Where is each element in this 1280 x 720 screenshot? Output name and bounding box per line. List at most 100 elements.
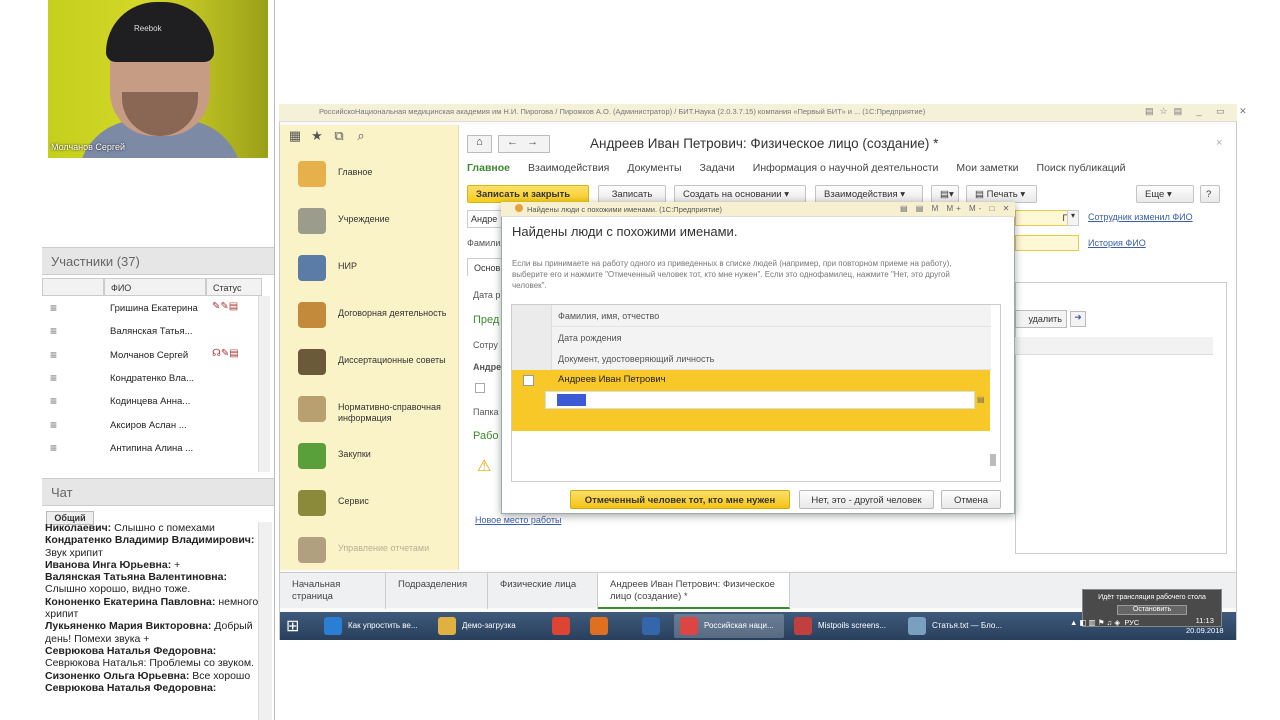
taskbar-item[interactable]: Как упростить ве... bbox=[318, 614, 428, 638]
form-tab[interactable]: Взаимодействия bbox=[528, 162, 609, 174]
menu-icon[interactable]: ≡ bbox=[50, 371, 57, 385]
form-tab[interactable]: Поиск публикаций bbox=[1037, 162, 1126, 174]
attach-button[interactable]: ▤▾ bbox=[931, 185, 959, 203]
taskbar-item[interactable]: Российская наци... bbox=[674, 614, 784, 638]
participant-row[interactable]: ≡ Валянская Татья... bbox=[42, 321, 260, 344]
sidebar-item[interactable]: Сервис bbox=[280, 484, 459, 530]
app-icon bbox=[680, 617, 698, 635]
delete-button[interactable]: удалить bbox=[1015, 310, 1067, 328]
app-icon bbox=[324, 617, 342, 635]
participants-scrollbar[interactable] bbox=[258, 296, 270, 472]
sidebar-item[interactable]: Главное bbox=[280, 155, 459, 201]
taskbar-item[interactable]: Демо-загрузка bbox=[432, 614, 542, 638]
sidebar-item-label: Договорная деятельность bbox=[338, 308, 447, 318]
grid-column-fio[interactable]: Фамилия, имя, отчество bbox=[512, 305, 991, 327]
participant-row[interactable]: ≡ Антипина Алина ... bbox=[42, 438, 260, 461]
form-tab[interactable]: Информация о научной деятельности bbox=[753, 162, 939, 174]
cancel-button[interactable]: Отмена bbox=[941, 490, 1001, 509]
save-button[interactable]: Записать bbox=[598, 185, 666, 203]
stop-broadcast-button[interactable]: Остановить bbox=[1117, 605, 1187, 615]
sidebar-item[interactable]: Учреждение bbox=[280, 202, 459, 248]
participant-name: Молчанов Сергей bbox=[110, 349, 189, 361]
system-tray[interactable]: ▲ ◧ ▥ ⚑ ♫ ◈ РУС bbox=[1070, 618, 1139, 627]
close-icon[interactable]: × bbox=[1216, 137, 1222, 149]
participant-row[interactable]: ≡ Кондратенко Вла... bbox=[42, 368, 260, 391]
taskbar-item[interactable] bbox=[546, 614, 582, 638]
confirm-person-button[interactable]: Отмеченный человек тот, кто мне нужен bbox=[570, 490, 790, 509]
field-value[interactable]: П bbox=[1015, 210, 1073, 226]
interactions-button[interactable]: Взаимодействия ▾ bbox=[815, 185, 923, 203]
menu-icon[interactable]: ≡ bbox=[50, 441, 57, 455]
form-tab[interactable]: Документы bbox=[627, 162, 681, 174]
taskbar-item[interactable] bbox=[636, 614, 672, 638]
chat-header[interactable]: Чат bbox=[42, 478, 274, 506]
window-tab[interactable]: Начальная страница bbox=[280, 573, 386, 609]
dropdown-icon[interactable]: ▾ bbox=[1067, 210, 1079, 226]
sidebar-item-label: Управление отчетами bbox=[338, 543, 430, 553]
sidebar-item[interactable]: НИР bbox=[280, 249, 459, 295]
sidebar-item[interactable]: Диссертационные советы bbox=[280, 343, 459, 389]
home-button[interactable]: ⌂ bbox=[467, 135, 492, 153]
form-tab[interactable]: Мои заметки bbox=[956, 162, 1018, 174]
menu-icon[interactable]: ≡ bbox=[50, 324, 57, 338]
participant-status-icons: ✎✎▤ bbox=[212, 301, 239, 312]
checkbox[interactable] bbox=[475, 383, 485, 393]
print-button[interactable]: ▤ Печать ▾ bbox=[966, 185, 1037, 203]
participant-row[interactable]: ≡ Кодинцева Анна... bbox=[42, 391, 260, 414]
sidebar-item[interactable]: Закупки bbox=[280, 437, 459, 483]
participants-header[interactable]: Участники (37) bbox=[42, 247, 274, 275]
menu-icon[interactable]: ≡ bbox=[50, 348, 57, 362]
help-button[interactable]: ? bbox=[1200, 185, 1220, 203]
other-person-button[interactable]: Нет, это - другой человек bbox=[799, 490, 934, 509]
more-button[interactable]: Еще ▾ bbox=[1136, 185, 1194, 203]
taskbar-item[interactable]: Статья.txt — Бло... bbox=[902, 614, 1022, 638]
dialog-controls[interactable]: ▤ ▤ M M+ M- □ ✕ bbox=[900, 204, 1012, 213]
participant-name: Антипина Алина ... bbox=[110, 442, 194, 454]
sidebar-item[interactable]: Управление отчетами bbox=[280, 531, 459, 577]
chat-author: Кондратенко Владимир Владимирович: bbox=[45, 534, 255, 547]
form-tab[interactable]: Главное bbox=[467, 162, 510, 174]
create-based-button[interactable]: Создать на основании ▾ bbox=[674, 185, 806, 203]
column-header-status[interactable]: Статус bbox=[206, 278, 262, 296]
grid-scrollbar[interactable] bbox=[990, 454, 996, 466]
search-icon[interactable]: ⌕ bbox=[350, 128, 372, 144]
star-icon[interactable]: ★ bbox=[306, 128, 328, 144]
window-tab[interactable]: Подразделения bbox=[386, 573, 488, 609]
chat-scrollbar[interactable] bbox=[258, 522, 272, 720]
grid-menu-icon[interactable]: ▦ bbox=[284, 128, 306, 144]
books-icon bbox=[298, 255, 326, 281]
clock[interactable]: 11:13 20.09.2018 bbox=[1186, 616, 1224, 636]
taskbar-item[interactable]: Mistpoils screens... bbox=[788, 614, 898, 638]
history-icon[interactable]: ⧉ bbox=[328, 128, 350, 144]
menu-icon[interactable]: ≡ bbox=[50, 301, 57, 315]
refresh-icon[interactable]: ➜ bbox=[1070, 311, 1086, 327]
start-icon[interactable]: ⊞ bbox=[286, 616, 299, 636]
participant-row[interactable]: ≡ Гришина Екатерина ✎✎▤ bbox=[42, 298, 260, 321]
chat-author: Николаевич: bbox=[45, 522, 112, 534]
window-controls[interactable]: ▤☆▤ _ ▭ ✕ bbox=[1145, 106, 1253, 117]
new-workplace-link[interactable]: Новое место работы bbox=[475, 515, 561, 525]
name-field[interactable]: Андре bbox=[467, 210, 503, 228]
row-checkbox[interactable] bbox=[523, 375, 534, 386]
window-tab[interactable]: Физические лица bbox=[488, 573, 598, 609]
field-2[interactable] bbox=[1015, 235, 1079, 251]
taskbar-item[interactable] bbox=[584, 614, 632, 638]
column-header-name[interactable]: ФИО bbox=[104, 278, 206, 296]
grid-column-document[interactable]: Документ, удостоверяющий личность bbox=[512, 348, 991, 370]
menu-icon[interactable]: ≡ bbox=[50, 418, 57, 432]
participant-row[interactable]: ≡ Молчанов Сергей ☊✎▤ bbox=[42, 345, 260, 368]
employee-changed-name-link[interactable]: Сотрудник изменил ФИО bbox=[1088, 212, 1193, 222]
form-tab[interactable]: Задачи bbox=[700, 162, 735, 174]
window-tab[interactable]: Андреев Иван Петрович: Физическое лицо (… bbox=[598, 573, 790, 609]
row-select-icon[interactable]: ▤ bbox=[977, 395, 985, 404]
back-forward-buttons[interactable]: ← → bbox=[498, 135, 550, 153]
menu-icon[interactable]: ≡ bbox=[50, 394, 57, 408]
participant-row[interactable]: ≡ Аксиров Аслан ... bbox=[42, 415, 260, 438]
row-edit-field[interactable] bbox=[545, 391, 975, 409]
sidebar-item[interactable]: Договорная деятельность bbox=[280, 296, 459, 342]
grid-column-birthdate[interactable]: Дата рождения bbox=[512, 327, 991, 349]
save-close-button[interactable]: Записать и закрыть bbox=[467, 185, 589, 203]
sidebar-item[interactable]: Нормативно-справочная информация bbox=[280, 390, 459, 436]
name-history-link[interactable]: История ФИО bbox=[1088, 238, 1146, 248]
tab-main[interactable]: Основ bbox=[467, 258, 503, 276]
